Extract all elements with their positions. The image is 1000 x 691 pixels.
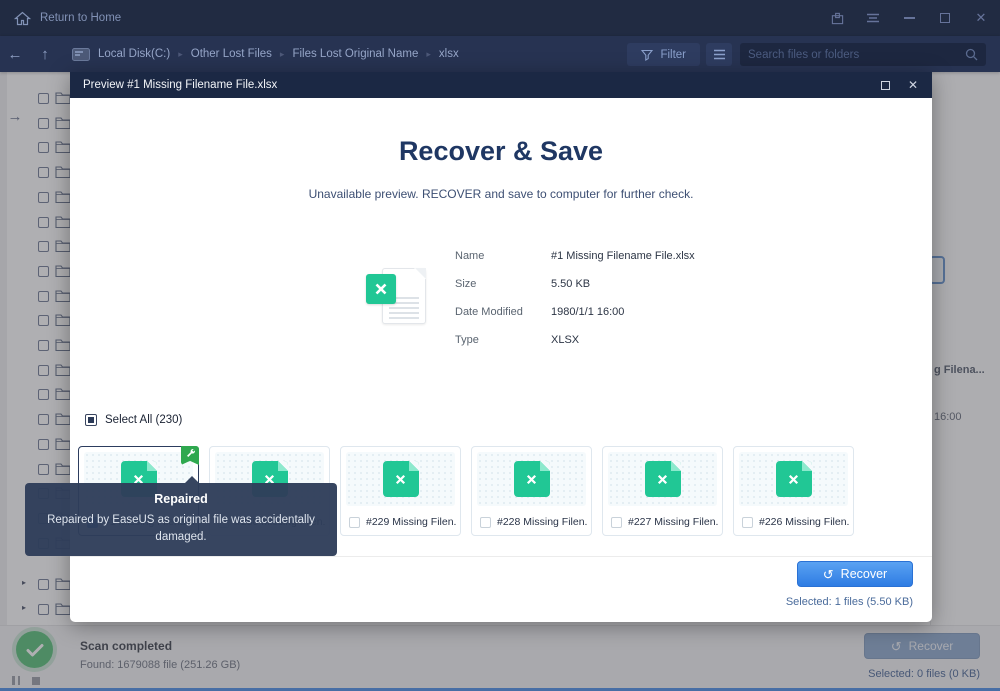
detail-value: XLSX — [551, 334, 579, 346]
breadcrumb-separator: ▸ — [426, 49, 431, 60]
home-icon — [14, 11, 31, 26]
file-checkbox[interactable] — [742, 517, 753, 528]
select-all-label: Select All (230) — [105, 414, 182, 426]
detail-label: Name — [455, 250, 551, 262]
xlsx-preview-icon — [366, 264, 428, 332]
dialog-maximize-icon[interactable] — [881, 81, 890, 90]
recover-save-heading: Recover & Save — [70, 136, 932, 167]
thumbnail-area — [608, 452, 717, 506]
breadcrumb-item-other-lost-files[interactable]: Other Lost Files — [191, 48, 272, 60]
funnel-icon — [641, 49, 653, 61]
repaired-tooltip: Repaired Repaired by EaseUS as original … — [25, 483, 337, 556]
detail-value: #1 Missing Filename File.xlsx — [551, 250, 695, 262]
detail-row: Type XLSX — [455, 326, 695, 354]
detail-row: Name #1 Missing Filename File.xlsx — [455, 242, 695, 270]
xlsx-file-icon — [383, 461, 419, 497]
preview-unavailable-message: Unavailable preview. RECOVER and save to… — [70, 187, 932, 201]
back-arrow-icon[interactable]: ← — [0, 46, 30, 63]
detail-label: Date Modified — [455, 306, 551, 318]
breadcrumb: Local Disk(C:) ▸ Other Lost Files ▸ File… — [72, 48, 459, 61]
package-icon[interactable] — [830, 11, 844, 25]
up-arrow-icon[interactable]: ↑ — [30, 46, 60, 63]
detail-value: 5.50 KB — [551, 278, 590, 290]
xlsx-file-icon — [776, 461, 812, 497]
detail-label: Size — [455, 278, 551, 290]
filter-button[interactable]: Filter — [627, 43, 700, 66]
recover-button[interactable]: ↺ Recover — [797, 561, 913, 587]
list-view-icon — [713, 49, 726, 60]
breadcrumb-item-files-lost-original-name[interactable]: Files Lost Original Name — [292, 48, 418, 60]
detail-value: 1980/1/1 16:00 — [551, 306, 624, 318]
select-all-checkbox[interactable]: Select All (230) — [85, 414, 182, 426]
breadcrumb-separator: ▸ — [280, 49, 285, 60]
return-to-home-label: Return to Home — [40, 12, 121, 24]
breadcrumb-separator: ▸ — [178, 49, 183, 60]
close-icon[interactable]: ✕ — [974, 11, 988, 25]
file-card[interactable]: #227 Missing Filen... — [602, 446, 723, 536]
detail-row: Size 5.50 KB — [455, 270, 695, 298]
minimize-icon[interactable] — [902, 11, 916, 25]
navigation-toolbar: ← → ↑ Local Disk(C:) ▸ Other Lost Files … — [0, 36, 1000, 72]
maximize-icon[interactable] — [938, 11, 952, 25]
file-card-label: #228 Missing Filen... — [497, 516, 587, 528]
filter-label: Filter — [660, 49, 686, 61]
xlsx-file-icon — [645, 461, 681, 497]
preview-dialog-titlebar: Preview #1 Missing Filename File.xlsx ✕ — [70, 72, 932, 98]
xlsx-file-icon — [514, 461, 550, 497]
file-card[interactable]: #228 Missing Filen... — [471, 446, 592, 536]
recover-label: Recover — [841, 567, 888, 581]
file-card[interactable]: #229 Missing Filen... — [340, 446, 461, 536]
search-icon[interactable] — [965, 48, 978, 61]
thumbnail-area — [477, 452, 586, 506]
preview-dialog-title: Preview #1 Missing Filename File.xlsx — [83, 79, 277, 91]
thumbnail-area — [739, 452, 848, 506]
file-details: Name #1 Missing Filename File.xlsx Size … — [455, 242, 695, 354]
file-card-label: #226 Missing Filen... — [759, 516, 849, 528]
app-window: Return to Home ✕ ← → ↑ Local Disk(C:) ▸ … — [0, 0, 1000, 691]
title-bar: Return to Home ✕ — [0, 0, 1000, 36]
search-box — [740, 43, 986, 66]
dialog-close-icon[interactable]: ✕ — [908, 78, 918, 92]
detail-row: Date Modified 1980/1/1 16:00 — [455, 298, 695, 326]
file-checkbox[interactable] — [480, 517, 491, 528]
breadcrumb-item-xlsx[interactable]: xlsx — [439, 48, 459, 60]
breadcrumb-item-disk[interactable]: Local Disk(C:) — [98, 48, 170, 60]
drive-icon — [72, 48, 90, 61]
thumbnail-area — [346, 452, 455, 506]
indeterminate-checkbox-icon — [85, 414, 97, 426]
file-checkbox[interactable] — [611, 517, 622, 528]
view-toggle-button[interactable] — [706, 43, 732, 66]
return-to-home-button[interactable]: Return to Home — [14, 11, 121, 26]
file-card-label: #229 Missing Filen... — [366, 516, 456, 528]
modal-footer-divider — [70, 556, 932, 557]
detail-label: Type — [455, 334, 551, 346]
tooltip-title: Repaired — [39, 492, 323, 506]
file-card[interactable]: #226 Missing Filen... — [733, 446, 854, 536]
modal-selected-summary: Selected: 1 files (5.50 KB) — [786, 596, 913, 608]
menu-icon[interactable] — [866, 11, 880, 25]
search-input[interactable] — [748, 49, 965, 61]
file-checkbox[interactable] — [349, 517, 360, 528]
recover-icon: ↺ — [823, 568, 834, 581]
tooltip-body: Repaired by EaseUS as original file was … — [39, 512, 323, 545]
file-card-label: #227 Missing Filen... — [628, 516, 718, 528]
